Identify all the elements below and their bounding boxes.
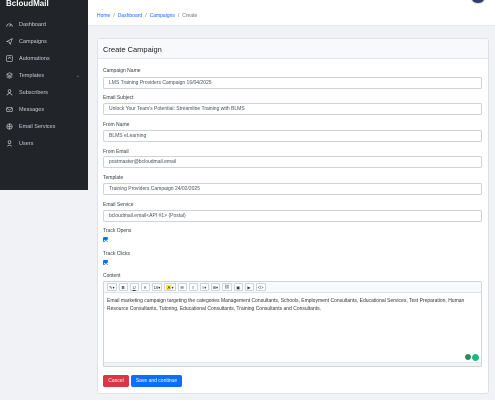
templates-icon: [6, 72, 13, 79]
template-label: Template: [103, 175, 124, 181]
email-service-select[interactable]: bcloudmail.email<API #1> (Postal): [103, 210, 482, 222]
from-email-input[interactable]: postmaster@bcloudmail.email: [103, 156, 482, 168]
sidebar-item-label: Campaigns: [19, 38, 47, 45]
sidebar-item-users[interactable]: Users: [0, 135, 88, 152]
page-title: Create Campaign: [98, 39, 488, 59]
create-campaign-card: Create Campaign Campaign Name LMS Traini…: [97, 38, 489, 394]
breadcrumb-separator: /: [177, 13, 180, 19]
link-icon[interactable]: ⛓: [222, 283, 232, 291]
sidebar-item-label: Automations: [19, 55, 50, 62]
paragraph-align-icon[interactable]: ≡▾: [199, 283, 209, 291]
text-color-button[interactable]: A ▾: [164, 283, 176, 291]
cancel-button[interactable]: Cancel: [103, 375, 129, 387]
breadcrumb-campaigns[interactable]: Campaigns: [150, 13, 175, 19]
track-clicks-label: Track Clicks: [103, 251, 131, 257]
breadcrumb-home[interactable]: Home: [97, 13, 110, 19]
grammar-check-icon[interactable]: [465, 354, 471, 360]
sidebar-item-label: Dashboard: [19, 21, 46, 28]
text-color-icon: A: [166, 284, 172, 290]
breadcrumb-dashboard[interactable]: Dashboard: [118, 13, 142, 19]
subscribers-icon: [6, 89, 13, 96]
email-subject-label: Email Subject: [103, 95, 134, 101]
from-name-input[interactable]: BLMS eLearning: [103, 130, 482, 142]
sidebar-item-subscribers[interactable]: Subscribers: [0, 84, 88, 101]
chevron-down-icon: ⌄: [75, 72, 80, 79]
breadcrumb-current: Create: [182, 13, 198, 19]
ordered-list-icon[interactable]: ≡: [188, 283, 198, 291]
unordered-list-icon[interactable]: ☰: [177, 283, 187, 291]
editor-content[interactable]: Email marketing campaign targeting the c…: [104, 293, 481, 318]
sidebar-item-label: Templates: [19, 72, 45, 79]
magic-wand-icon[interactable]: ✎▾: [107, 283, 117, 291]
sidebar-item-label: Subscribers: [19, 89, 49, 96]
table-icon[interactable]: ⊞▾: [210, 283, 221, 291]
video-icon[interactable]: ▶: [244, 283, 254, 291]
from-name-label: From Name: [103, 122, 130, 128]
automation-icon: [6, 55, 13, 62]
avatar[interactable]: [471, 0, 485, 4]
track-opens-label: Track Opens: [103, 228, 132, 234]
messages-icon: [6, 107, 13, 112]
bold-button[interactable]: B: [118, 283, 128, 291]
email-subject-input[interactable]: Unlock Your Team's Potential: Streamline…: [103, 103, 482, 115]
campaign-name-label: Campaign Name: [103, 68, 141, 74]
sidebar-item-campaigns[interactable]: Campaigns: [0, 33, 88, 50]
sidebar-nav: Dashboard Campaigns Automations Template…: [0, 12, 88, 152]
sidebar-item-label: Users: [19, 140, 34, 147]
sidebar-item-label: Email Services: [19, 123, 56, 130]
from-email-label: From Email: [103, 149, 129, 155]
dashboard-icon: [6, 23, 13, 27]
chat-assistant-icon[interactable]: [472, 354, 479, 361]
image-icon[interactable]: ▣: [233, 283, 243, 291]
sidebar-item-email-services[interactable]: Email Services: [0, 118, 88, 135]
editor-toolbar: ✎▾ B U ✕ 16 ▾ A ▾ ☰ ≡ ≡▾ ⊞▾ ⛓ ▣ ▶ </>: [104, 282, 481, 293]
users-icon: [7, 140, 12, 147]
content-label: Content: [103, 273, 121, 279]
save-and-continue-button[interactable]: Save and continue: [131, 375, 182, 387]
underline-button[interactable]: U: [129, 283, 139, 291]
sidebar-item-label: Messages: [19, 106, 45, 113]
breadcrumb-separator: /: [113, 13, 115, 19]
sidebar-item-templates[interactable]: Templates ⌄: [0, 67, 88, 84]
content-editor: ✎▾ B U ✕ 16 ▾ A ▾ ☰ ≡ ≡▾ ⊞▾ ⛓ ▣ ▶ </> Emai…: [103, 281, 482, 367]
sidebar-item-dashboard[interactable]: Dashboard: [0, 16, 88, 33]
email-services-icon: [6, 123, 13, 130]
sidebar: BcloudMail Dashboard Campaigns Automatio…: [0, 0, 88, 190]
clear-format-icon[interactable]: ✕: [140, 283, 150, 291]
paper-plane-icon: [6, 38, 13, 45]
breadcrumb-separator: /: [145, 13, 147, 19]
font-size-select[interactable]: 16 ▾: [151, 283, 163, 291]
track-clicks-checkbox[interactable]: [103, 260, 108, 265]
editor-resize-handle[interactable]: [104, 362, 481, 366]
campaign-name-input[interactable]: LMS Training Providers Campaign 16/04/20…: [103, 77, 482, 89]
track-opens-checkbox[interactable]: [103, 237, 108, 242]
sidebar-item-messages[interactable]: Messages: [0, 101, 88, 118]
font-size-value: 16: [153, 284, 159, 290]
email-service-label: Email Service: [103, 202, 134, 208]
brand-logo[interactable]: BcloudMail: [0, 0, 88, 12]
sidebar-item-automations[interactable]: Automations: [0, 50, 88, 67]
breadcrumb: Home / Dashboard / Campaigns / Create: [97, 13, 197, 19]
code-view-icon[interactable]: </>: [255, 283, 266, 291]
template-select[interactable]: Training Providers Campaign 24/02/2025: [103, 183, 482, 195]
